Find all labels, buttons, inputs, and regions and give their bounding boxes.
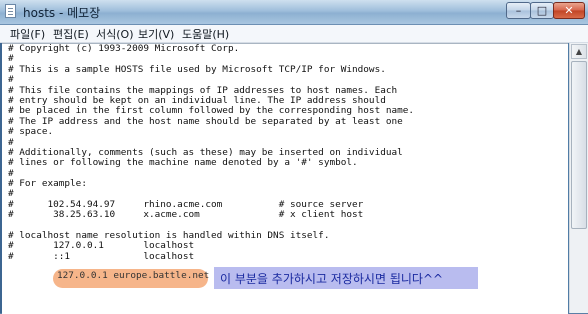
- text-line: # 102.54.94.97 rhino.acme.com # source s…: [8, 199, 364, 210]
- text-line: # This is a sample HOSTS file used by Mi…: [8, 64, 386, 75]
- window-title: hosts - 메모장: [23, 6, 101, 20]
- text-line: # 38.25.63.10 x.acme.com # x client host: [8, 210, 364, 221]
- scroll-up-arrow-icon[interactable]: ▲: [571, 44, 587, 59]
- menu-file[interactable]: 파일(F): [10, 26, 45, 42]
- text-line: # Additionally, comments (such as these)…: [8, 147, 403, 158]
- text-line: # 127.0.0.1 localhost: [8, 241, 195, 252]
- text-line: #: [8, 168, 14, 179]
- added-hosts-entry: 127.0.0.1 europe.battle.net: [57, 271, 210, 281]
- hosts-file-content: # Copyright (c) 1993-2009 Microsoft Corp…: [8, 44, 564, 262]
- text-line: [8, 221, 588, 231]
- text-line: # entry should be kept on an individual …: [8, 95, 386, 106]
- menu-bar: 파일(F) 편집(E) 서식(O) 보기(V) 도움말(H): [0, 25, 588, 43]
- text-line: # ::1 localhost: [8, 251, 195, 262]
- text-line: # lines or following the machine name de…: [8, 158, 358, 169]
- minimize-button[interactable]: –: [506, 2, 531, 19]
- text-line: #: [8, 137, 14, 148]
- title-bar[interactable]: hosts - 메모장 – □ ✕: [0, 0, 588, 25]
- menu-help[interactable]: 도움말(H): [182, 26, 229, 42]
- vertical-scrollbar[interactable]: ▲: [569, 43, 588, 313]
- scrollbar-thumb[interactable]: [571, 61, 587, 229]
- text-line: #: [8, 189, 14, 200]
- text-line: # For example:: [8, 179, 87, 190]
- text-line: # The IP address and the host name shoul…: [8, 116, 403, 127]
- text-line: # be placed in the first column followed…: [8, 106, 415, 117]
- maximize-button[interactable]: □: [530, 2, 554, 19]
- annotation-text: 이 부분을 추가하시고 저장하시면 됩니다^^: [220, 272, 444, 286]
- close-button[interactable]: ✕: [553, 2, 585, 19]
- text-line: # localhost name resolution is handled w…: [8, 231, 330, 242]
- menu-view[interactable]: 보기(V): [138, 26, 174, 42]
- text-line: # This file contains the mappings of IP …: [8, 85, 398, 96]
- text-line: #: [8, 75, 14, 86]
- text-line: #: [8, 54, 14, 65]
- menu-format[interactable]: 서식(O): [96, 26, 133, 42]
- notepad-window: hosts - 메모장 – □ ✕ 파일(F) 편집(E) 서식(O) 보기(V…: [0, 0, 588, 314]
- notepad-icon: [5, 4, 16, 18]
- text-line: # space.: [8, 127, 54, 138]
- menu-edit[interactable]: 편집(E): [53, 26, 89, 42]
- text-line: # Copyright (c) 1993-2009 Microsoft Corp…: [8, 44, 240, 54]
